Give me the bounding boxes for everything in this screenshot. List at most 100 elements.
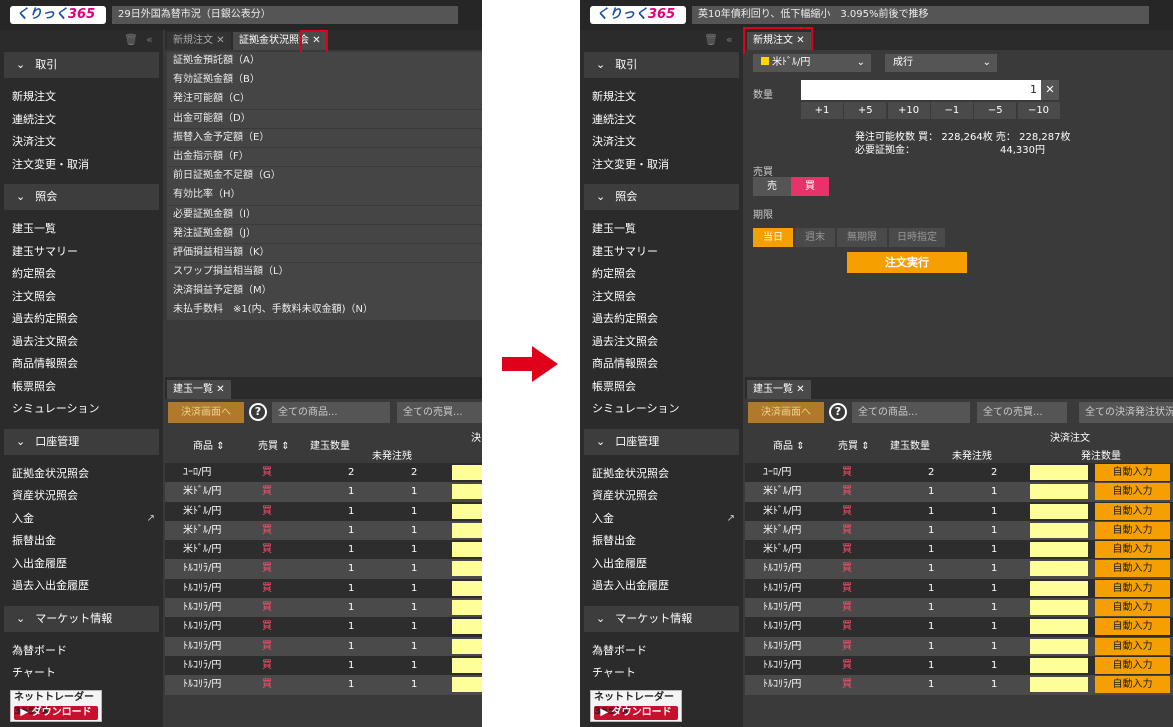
order-qty-input[interactable] xyxy=(452,657,482,673)
sidebar-item[interactable]: 振替出金 xyxy=(0,530,163,553)
sidebar-item[interactable]: 過去入出金履歴 xyxy=(0,575,163,598)
help-icon[interactable]: ? xyxy=(829,403,847,421)
sidebar-item[interactable]: 注文照会 xyxy=(580,286,743,309)
sidebar-item[interactable]: シミュレーション xyxy=(580,398,743,421)
qty-input[interactable]: 1 xyxy=(801,80,1041,100)
help-icon[interactable]: ? xyxy=(249,403,267,421)
order-qty-input[interactable] xyxy=(452,619,482,635)
qty-step-button[interactable]: +1 xyxy=(801,102,843,119)
tab-new-order[interactable]: 新規注文 ✕ xyxy=(167,32,231,50)
download-button[interactable]: ▶ ダウンロード xyxy=(14,706,98,720)
order-qty-input[interactable] xyxy=(1030,580,1088,596)
qty-step-button[interactable]: −5 xyxy=(974,102,1017,119)
tab-positions[interactable]: 建玉一覧 ✕ xyxy=(167,380,231,399)
sidebar-item[interactable]: チャート xyxy=(0,662,163,685)
order-type-select[interactable]: 成行 ⌄ xyxy=(885,54,997,72)
close-screen-button[interactable]: 決済画面へ xyxy=(168,402,244,423)
order-qty-input[interactable] xyxy=(1030,638,1088,654)
product-filter[interactable]: 全ての商品... xyxy=(852,402,970,423)
qty-step-button[interactable]: −10 xyxy=(1017,102,1060,119)
header-side[interactable]: 売買 ⇕ xyxy=(258,437,290,452)
table-row[interactable]: ﾄﾙｺﾘﾗ/円 買 1 1 xyxy=(165,598,482,618)
close-icon[interactable]: ✕ xyxy=(216,384,224,395)
sidebar-item[interactable]: 決済注文 xyxy=(580,131,743,154)
sidebar-item[interactable]: 商品情報照会 xyxy=(0,353,163,376)
sidebar-item[interactable]: 入金 ↗ xyxy=(580,508,743,531)
table-row[interactable]: ﾄﾙｺﾘﾗ/円 買 1 1 xyxy=(165,559,482,579)
period-option[interactable]: 週末 xyxy=(795,228,835,247)
sidebar-item[interactable]: 注文照会 xyxy=(0,286,163,309)
order-qty-input[interactable] xyxy=(452,484,482,500)
table-row[interactable]: ﾄﾙｺﾘﾗ/円 買 1 1 xyxy=(165,578,482,599)
close-order-filter[interactable]: 全ての決済発注状況 xyxy=(1079,402,1173,423)
auto-fill-button[interactable]: 自動入力 xyxy=(1095,560,1170,578)
column-item[interactable]: 前日証拠金不足額（G） xyxy=(167,167,482,186)
sidebar-item[interactable]: 連続注文 xyxy=(0,109,163,132)
auto-fill-button[interactable]: 自動入力 xyxy=(1095,656,1170,674)
sidebar-item[interactable]: 注文変更・取消 xyxy=(580,154,743,177)
qty-step-button[interactable]: +5 xyxy=(844,102,887,119)
sidebar-item[interactable]: 建玉一覧 xyxy=(0,218,163,241)
sidebar-item[interactable]: 入出金履歴 xyxy=(580,553,743,576)
sell-button[interactable]: 売 xyxy=(753,177,791,196)
sidebar-item[interactable]: 建玉一覧 xyxy=(580,218,743,241)
order-qty-input[interactable] xyxy=(1030,522,1088,538)
sidebar-item[interactable]: 過去約定照会 xyxy=(0,308,163,331)
table-row[interactable]: ﾄﾙｺﾘﾗ/円 買 1 1 自動入力 xyxy=(745,598,1173,618)
sidebar-item[interactable]: 過去注文照会 xyxy=(580,331,743,354)
column-item[interactable]: 必要証拠金額（I） xyxy=(167,205,482,224)
table-row[interactable]: ﾄﾙｺﾘﾗ/円 買 1 1 xyxy=(165,617,482,637)
header-side[interactable]: 売買 ⇕ xyxy=(838,437,870,452)
sidebar-item[interactable]: 振替出金 xyxy=(580,530,743,553)
order-qty-input[interactable] xyxy=(1030,600,1088,616)
click365-logo[interactable]: くりっく365 xyxy=(10,6,106,24)
table-row[interactable]: ﾄﾙｺﾘﾗ/円 買 1 1 xyxy=(165,675,482,695)
order-qty-input[interactable] xyxy=(1030,503,1088,519)
auto-fill-button[interactable]: 自動入力 xyxy=(1095,464,1170,481)
execute-order-button[interactable]: 注文実行 xyxy=(847,252,967,273)
column-item[interactable]: 出金指示額（F） xyxy=(167,147,482,167)
collapse-icon[interactable]: « xyxy=(146,33,153,46)
table-row[interactable]: ﾄﾙｺﾘﾗ/円 買 1 1 自動入力 xyxy=(745,578,1173,599)
auto-fill-button[interactable]: 自動入力 xyxy=(1095,618,1170,636)
sidebar-section-2[interactable]: ⌄ 口座管理 xyxy=(4,428,159,455)
table-row[interactable]: 米ﾄﾞﾙ/円 買 1 1 xyxy=(165,482,482,502)
order-qty-input[interactable] xyxy=(452,561,482,577)
download-banner[interactable]: ネットトレーダー365FX▶ ダウンロード xyxy=(10,690,102,722)
sidebar-section-1[interactable]: ⌄ 照会 xyxy=(4,184,159,210)
order-qty-input[interactable] xyxy=(1030,619,1088,635)
sidebar-item[interactable]: 連続注文 xyxy=(580,109,743,132)
sidebar-item[interactable]: シミュレーション xyxy=(0,398,163,421)
auto-fill-button[interactable]: 自動入力 xyxy=(1095,541,1170,559)
sidebar-item[interactable]: 決済注文 xyxy=(0,131,163,154)
order-qty-input[interactable] xyxy=(1030,657,1088,673)
side-filter[interactable]: 全ての売買... xyxy=(977,402,1067,423)
table-row[interactable]: 米ﾄﾞﾙ/円 買 1 1 自動入力 xyxy=(745,540,1173,560)
column-item[interactable]: 評価損益相当額（K） xyxy=(167,243,482,263)
auto-fill-button[interactable]: 自動入力 xyxy=(1095,483,1170,501)
column-item[interactable]: 出金可能額（D） xyxy=(167,109,482,129)
sidebar-item[interactable]: 証拠金状況照会 xyxy=(0,463,163,486)
trash-icon[interactable]: 🗑 xyxy=(704,33,718,46)
sidebar-item[interactable]: 入金 ↗ xyxy=(0,508,163,531)
sidebar-item[interactable]: 建玉サマリー xyxy=(580,241,743,264)
side-filter[interactable]: 全ての売買... xyxy=(397,402,482,423)
download-button[interactable]: ▶ ダウンロード xyxy=(594,706,678,720)
column-item[interactable]: 振替入金予定額（E） xyxy=(167,128,482,148)
order-qty-input[interactable] xyxy=(1030,484,1088,500)
news-ticker[interactable]: 英10年債利回り、低下幅縮小 3.095%前後で推移 xyxy=(692,6,1149,24)
order-qty-input[interactable] xyxy=(1030,561,1088,577)
table-row[interactable]: 米ﾄﾞﾙ/円 買 1 1 自動入力 xyxy=(745,482,1173,502)
column-item[interactable]: 発注可能額（C） xyxy=(167,90,482,109)
period-option[interactable]: 日時指定 xyxy=(889,228,945,247)
auto-fill-button[interactable]: 自動入力 xyxy=(1095,599,1170,617)
sidebar-item[interactable]: 新規注文 xyxy=(580,86,743,109)
period-option[interactable]: 無期限 xyxy=(837,228,887,247)
sidebar-item[interactable]: 約定照会 xyxy=(580,263,743,286)
news-ticker[interactable]: 29日外国為替市況（日銀公表分） xyxy=(112,6,458,24)
qty-step-button[interactable]: +10 xyxy=(887,102,930,119)
order-qty-input[interactable] xyxy=(452,638,482,654)
sidebar-item[interactable]: 帳票照会 xyxy=(580,376,743,399)
table-row[interactable]: ﾕｰﾛ/円 買 2 2 自動入力 xyxy=(745,463,1173,483)
order-qty-input[interactable] xyxy=(452,600,482,616)
